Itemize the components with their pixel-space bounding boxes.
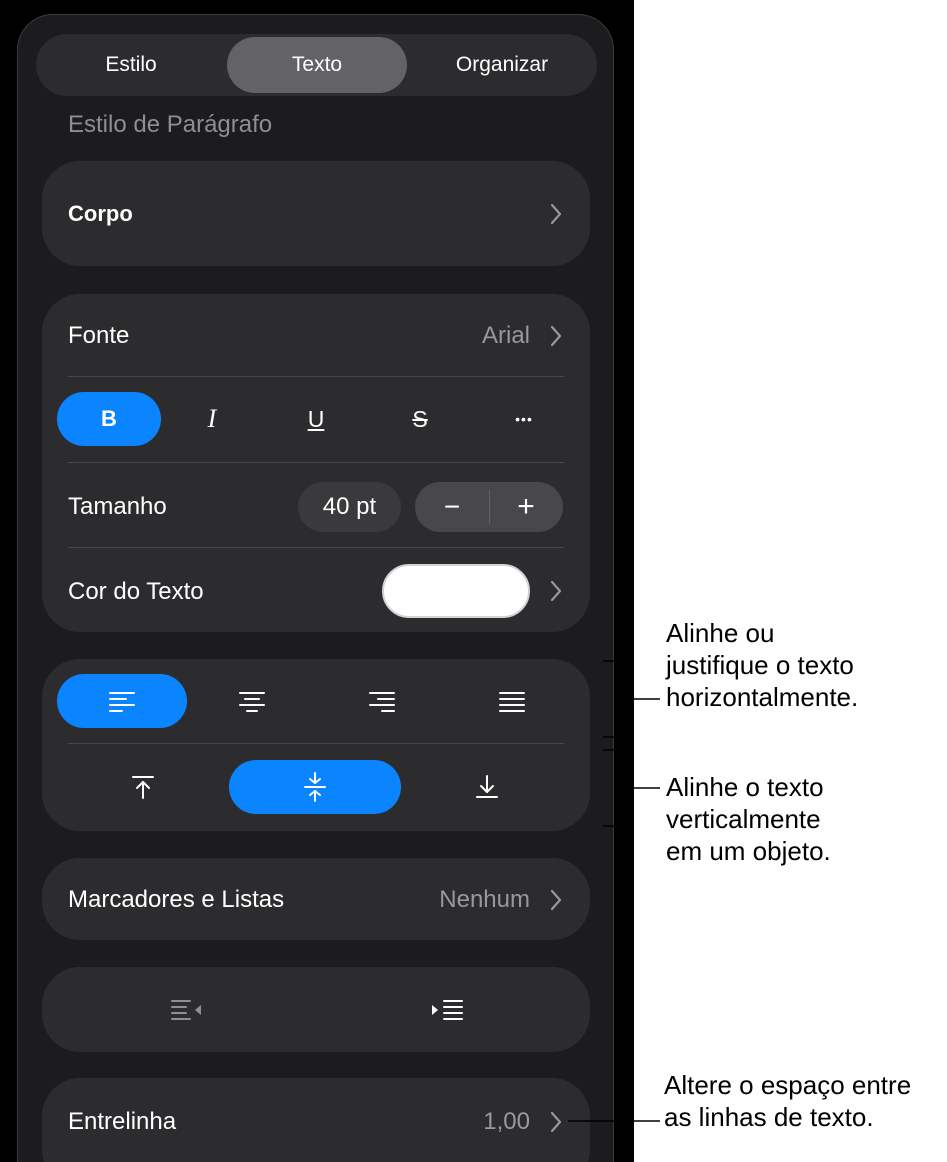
callout-line: Altere o espaço entre <box>664 1070 912 1100</box>
callout-vertical: Alinhe o texto verticalmente em um objet… <box>666 771 831 867</box>
callout-horizontal: Alinhe ou justifique o texto horizontalm… <box>666 617 858 713</box>
bracket-horizontal-line <box>603 660 617 738</box>
callout-line: as linhas de texto. <box>664 1102 874 1132</box>
callout-line: justifique o texto <box>666 650 854 680</box>
callout-line: Alinhe o texto <box>666 772 824 802</box>
callout-line: horizontalmente. <box>666 682 859 712</box>
callout-line: Alinhe ou <box>666 618 775 648</box>
callout-lines <box>568 660 660 1122</box>
callout-spacing: Altere o espaço entre as linhas de texto… <box>664 1069 911 1133</box>
bracket-vertical-line <box>603 749 617 827</box>
callout-line: verticalmente <box>666 804 821 834</box>
callout-line: em um objeto. <box>666 836 831 866</box>
